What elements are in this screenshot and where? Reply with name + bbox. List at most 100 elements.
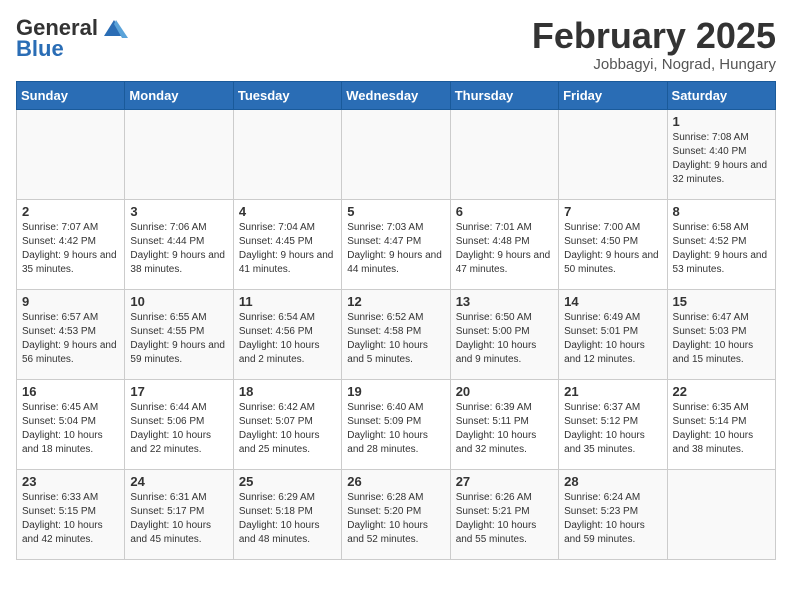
day-of-week-header: Thursday [450, 81, 558, 109]
logo-blue-text: Blue [16, 38, 64, 60]
day-info: Sunrise: 6:54 AM Sunset: 4:56 PM Dayligh… [239, 311, 336, 367]
logo-icon [100, 16, 128, 40]
title-block: February 2025 Jobbagyi, Nograd, Hungary [532, 16, 776, 73]
calendar-day-cell: 22Sunrise: 6:35 AM Sunset: 5:14 PM Dayli… [667, 379, 775, 469]
calendar-week-row: 1 Sunrise: 7:08 AM Sunset: 4:40 PM Daylig… [17, 109, 776, 199]
day-info: Sunrise: 6:52 AM Sunset: 4:58 PM Dayligh… [347, 311, 444, 367]
day-info: Sunrise: 6:24 AM Sunset: 5:23 PM Dayligh… [564, 491, 661, 547]
calendar-day-cell [17, 109, 125, 199]
calendar-day-cell [667, 469, 775, 559]
page-header: General Blue February 2025 Jobbagyi, Nog… [16, 16, 776, 73]
calendar-day-cell: 28Sunrise: 6:24 AM Sunset: 5:23 PM Dayli… [559, 469, 667, 559]
day-info: Sunrise: 6:49 AM Sunset: 5:01 PM Dayligh… [564, 311, 661, 367]
calendar-day-cell: 19 Sunrise: 6:40 AM Sunset: 5:09 PM Dayli… [342, 379, 450, 469]
day-number: 19 [347, 384, 444, 399]
day-info: Sunrise: 7:04 AM Sunset: 4:45 PM Dayligh… [239, 221, 336, 277]
calendar-day-cell: 11 Sunrise: 6:54 AM Sunset: 4:56 PM Dayli… [233, 289, 341, 379]
calendar-day-cell: 18Sunrise: 6:42 AM Sunset: 5:07 PM Dayli… [233, 379, 341, 469]
location: Jobbagyi, Nograd, Hungary [532, 56, 776, 73]
day-info: Sunrise: 6:44 AM Sunset: 5:06 PM Dayligh… [130, 401, 227, 457]
calendar-week-row: 16 Sunrise: 6:45 AM Sunset: 5:04 PM Dayli… [17, 379, 776, 469]
day-number: 8 [673, 204, 770, 219]
calendar-day-cell: 24 Sunrise: 6:31 AM Sunset: 5:17 PM Dayli… [125, 469, 233, 559]
day-info: Sunrise: 6:58 AM Sunset: 4:52 PM Dayligh… [673, 221, 770, 277]
calendar-day-cell: 4Sunrise: 7:04 AM Sunset: 4:45 PM Daylig… [233, 199, 341, 289]
day-info: Sunrise: 7:06 AM Sunset: 4:44 PM Dayligh… [130, 221, 227, 277]
calendar-day-cell: 25Sunrise: 6:29 AM Sunset: 5:18 PM Dayli… [233, 469, 341, 559]
calendar-day-cell: 9Sunrise: 6:57 AM Sunset: 4:53 PM Daylig… [17, 289, 125, 379]
day-info: Sunrise: 6:45 AM Sunset: 5:04 PM Dayligh… [22, 401, 119, 457]
day-number: 14 [564, 294, 661, 309]
day-number: 17 [130, 384, 227, 399]
day-info: Sunrise: 7:08 AM Sunset: 4:40 PM Dayligh… [673, 131, 770, 187]
day-number: 25 [239, 474, 336, 489]
day-of-week-header: Sunday [17, 81, 125, 109]
day-number: 13 [456, 294, 553, 309]
day-number: 5 [347, 204, 444, 219]
calendar-day-cell: 15Sunrise: 6:47 AM Sunset: 5:03 PM Dayli… [667, 289, 775, 379]
calendar-day-cell: 21 Sunrise: 6:37 AM Sunset: 5:12 PM Dayli… [559, 379, 667, 469]
day-number: 7 [564, 204, 661, 219]
calendar-day-cell: 12 Sunrise: 6:52 AM Sunset: 4:58 PM Dayli… [342, 289, 450, 379]
calendar-day-cell: 6 Sunrise: 7:01 AM Sunset: 4:48 PM Daylig… [450, 199, 558, 289]
day-info: Sunrise: 6:40 AM Sunset: 5:09 PM Dayligh… [347, 401, 444, 457]
calendar-day-cell [233, 109, 341, 199]
day-number: 10 [130, 294, 227, 309]
calendar-day-cell: 2Sunrise: 7:07 AM Sunset: 4:42 PM Daylig… [17, 199, 125, 289]
day-of-week-header: Saturday [667, 81, 775, 109]
day-of-week-header: Friday [559, 81, 667, 109]
calendar-day-cell: 10 Sunrise: 6:55 AM Sunset: 4:55 PM Dayli… [125, 289, 233, 379]
calendar-day-cell: 7 Sunrise: 7:00 AM Sunset: 4:50 PM Daylig… [559, 199, 667, 289]
calendar-day-cell: 5 Sunrise: 7:03 AM Sunset: 4:47 PM Daylig… [342, 199, 450, 289]
day-info: Sunrise: 6:33 AM Sunset: 5:15 PM Dayligh… [22, 491, 119, 547]
calendar-header-row: SundayMondayTuesdayWednesdayThursdayFrid… [17, 81, 776, 109]
logo: General Blue [16, 16, 128, 60]
calendar-day-cell [450, 109, 558, 199]
day-number: 3 [130, 204, 227, 219]
calendar-week-row: 9Sunrise: 6:57 AM Sunset: 4:53 PM Daylig… [17, 289, 776, 379]
day-info: Sunrise: 6:37 AM Sunset: 5:12 PM Dayligh… [564, 401, 661, 457]
calendar-day-cell: 16 Sunrise: 6:45 AM Sunset: 5:04 PM Dayli… [17, 379, 125, 469]
calendar-day-cell: 26 Sunrise: 6:28 AM Sunset: 5:20 PM Dayli… [342, 469, 450, 559]
day-of-week-header: Monday [125, 81, 233, 109]
day-number: 27 [456, 474, 553, 489]
calendar-day-cell: 1 Sunrise: 7:08 AM Sunset: 4:40 PM Daylig… [667, 109, 775, 199]
day-info: Sunrise: 6:35 AM Sunset: 5:14 PM Dayligh… [673, 401, 770, 457]
day-info: Sunrise: 7:01 AM Sunset: 4:48 PM Dayligh… [456, 221, 553, 277]
day-info: Sunrise: 6:31 AM Sunset: 5:17 PM Dayligh… [130, 491, 227, 547]
day-of-week-header: Tuesday [233, 81, 341, 109]
calendar-day-cell: 17 Sunrise: 6:44 AM Sunset: 5:06 PM Dayli… [125, 379, 233, 469]
day-info: Sunrise: 7:03 AM Sunset: 4:47 PM Dayligh… [347, 221, 444, 277]
calendar-day-cell: 8 Sunrise: 6:58 AM Sunset: 4:52 PM Daylig… [667, 199, 775, 289]
day-number: 20 [456, 384, 553, 399]
calendar-day-cell [342, 109, 450, 199]
day-info: Sunrise: 6:28 AM Sunset: 5:20 PM Dayligh… [347, 491, 444, 547]
calendar-day-cell: 14 Sunrise: 6:49 AM Sunset: 5:01 PM Dayli… [559, 289, 667, 379]
calendar-day-cell: 13 Sunrise: 6:50 AM Sunset: 5:00 PM Dayli… [450, 289, 558, 379]
calendar-day-cell: 3 Sunrise: 7:06 AM Sunset: 4:44 PM Daylig… [125, 199, 233, 289]
day-number: 15 [673, 294, 770, 309]
month-title: February 2025 [532, 16, 776, 56]
calendar-day-cell [559, 109, 667, 199]
calendar-day-cell [125, 109, 233, 199]
day-number: 21 [564, 384, 661, 399]
day-number: 18 [239, 384, 336, 399]
day-number: 11 [239, 294, 336, 309]
day-number: 6 [456, 204, 553, 219]
day-number: 2 [22, 204, 119, 219]
day-number: 24 [130, 474, 227, 489]
day-info: Sunrise: 7:00 AM Sunset: 4:50 PM Dayligh… [564, 221, 661, 277]
day-number: 16 [22, 384, 119, 399]
day-number: 12 [347, 294, 444, 309]
calendar-table: SundayMondayTuesdayWednesdayThursdayFrid… [16, 81, 776, 560]
calendar-day-cell: 20 Sunrise: 6:39 AM Sunset: 5:11 PM Dayli… [450, 379, 558, 469]
day-number: 23 [22, 474, 119, 489]
day-info: Sunrise: 6:55 AM Sunset: 4:55 PM Dayligh… [130, 311, 227, 367]
day-number: 26 [347, 474, 444, 489]
day-of-week-header: Wednesday [342, 81, 450, 109]
day-number: 1 [673, 114, 770, 129]
day-info: Sunrise: 6:50 AM Sunset: 5:00 PM Dayligh… [456, 311, 553, 367]
calendar-day-cell: 23 Sunrise: 6:33 AM Sunset: 5:15 PM Dayli… [17, 469, 125, 559]
day-info: Sunrise: 6:39 AM Sunset: 5:11 PM Dayligh… [456, 401, 553, 457]
calendar-day-cell: 27Sunrise: 6:26 AM Sunset: 5:21 PM Dayli… [450, 469, 558, 559]
